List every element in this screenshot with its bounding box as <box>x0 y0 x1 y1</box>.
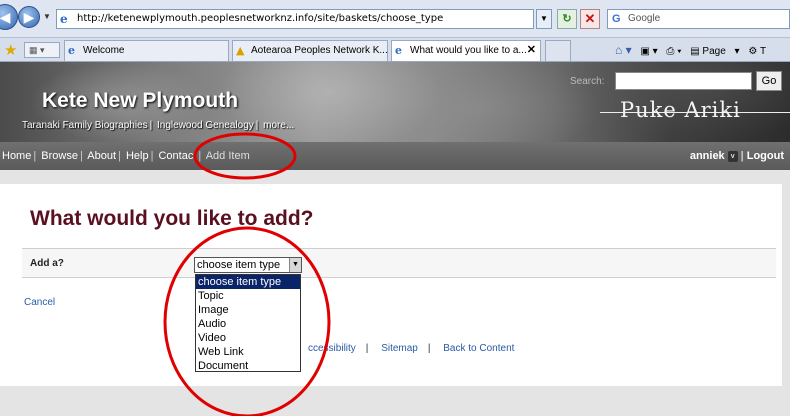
new-tab-button[interactable] <box>545 40 571 61</box>
tab-welcome[interactable]: e Welcome <box>64 40 229 61</box>
content-top-band <box>0 170 790 184</box>
site-nav-bar: Home | Browse | About | Help | Contact | Add … <box>0 142 790 170</box>
option-web-link[interactable]: Web Link <box>196 345 300 359</box>
stop-icon[interactable]: ✕ <box>580 9 600 29</box>
cancel-link[interactable]: Cancel <box>24 297 55 308</box>
footer-back-to-content-link[interactable]: Back to Content <box>443 343 514 354</box>
page-title: What would you like to add? <box>30 207 314 230</box>
favorites-star-icon[interactable]: ★ <box>4 41 17 59</box>
forward-button[interactable]: ▶ <box>18 6 40 28</box>
site-search-input[interactable] <box>615 72 752 90</box>
tab-aotearoa[interactable]: ▲ Aotearoa Peoples Network K... <box>232 40 388 61</box>
username-link[interactable]: anniek <box>690 150 725 162</box>
footer-accessibility-link[interactable]: ccessibility <box>308 343 356 354</box>
tab-label: What would you like to a... <box>410 45 527 56</box>
puke-ariki-logo[interactable]: Puke Ariki <box>620 98 741 122</box>
tab-label: Aotearoa Peoples Network K... <box>251 45 388 56</box>
option-choose-item-type[interactable]: choose item type <box>196 275 300 289</box>
command-bar: ⌂ ▾ ▣ ▾ ⎙ ▾ ▤ Page ▾ ⚙ T <box>615 41 778 59</box>
user-area: anniek v | Logout <box>689 150 784 162</box>
item-type-select-value: choose item type <box>197 259 281 271</box>
tools-menu-label: T <box>759 46 767 57</box>
sublink-taranaki[interactable]: Taranaki Family Biographies <box>22 120 148 131</box>
logout-link[interactable]: Logout <box>747 150 784 162</box>
chevron-down-icon[interactable]: ▼ <box>289 258 301 272</box>
site-sublinks: Taranaki Family Biographies | Inglewood G… <box>22 120 295 131</box>
footer-links: ccessibility | Sitemap | Back to Content <box>308 343 515 354</box>
tab-what-would-you-like[interactable]: e What would you like to a... ✕ <box>391 40 541 61</box>
browser-search-placeholder: Google <box>628 13 661 24</box>
item-type-dropdown-list: choose item type Topic Image Audio Video… <box>195 274 301 372</box>
url-dropdown-button[interactable]: ▼ <box>536 9 552 29</box>
tools-menu[interactable]: ⚙ T <box>748 46 772 57</box>
refresh-icon[interactable]: ↻ <box>557 9 577 29</box>
sublink-inglewood[interactable]: Inglewood Genealogy <box>157 120 254 131</box>
history-dropdown-icon[interactable]: ▼ <box>43 12 51 21</box>
site-title[interactable]: Kete New Plymouth <box>42 89 238 113</box>
nav-help[interactable]: Help <box>126 150 149 162</box>
option-audio[interactable]: Audio <box>196 317 300 331</box>
sublink-more[interactable]: more... <box>263 120 294 131</box>
site-header-banner: Kete New Plymouth Taranaki Family Biogra… <box>0 62 790 142</box>
item-type-select[interactable]: choose item type ▼ <box>194 257 302 273</box>
tab-label: Welcome <box>83 45 125 56</box>
url-text: http://ketenewplymouth.peoplesnetworknz.… <box>77 13 444 24</box>
browser-search-input[interactable]: G Google <box>607 9 790 29</box>
site-search-label: Search: <box>570 76 605 87</box>
option-image[interactable]: Image <box>196 303 300 317</box>
feeds-icon[interactable]: ▣ ▾ <box>640 46 657 57</box>
page-menu[interactable]: ▤ Page ▾ <box>690 46 739 57</box>
ie-page-icon: e <box>60 12 68 26</box>
browser-address-bar-row: ◀ ▶ ▼ e http://ketenewplymouth.peoplesne… <box>0 0 790 38</box>
url-field[interactable]: e http://ketenewplymouth.peoplesnetworkn… <box>56 9 534 29</box>
nav-browse[interactable]: Browse <box>41 150 78 162</box>
user-menu-badge[interactable]: v <box>727 150 738 162</box>
ie-tab-icon: e <box>68 44 75 57</box>
print-icon[interactable]: ⎙ ▾ <box>666 46 681 57</box>
back-button[interactable]: ◀ <box>0 4 18 30</box>
nav-about[interactable]: About <box>87 150 116 162</box>
nav-home[interactable]: Home <box>2 150 31 162</box>
go-button[interactable]: Go <box>756 71 782 91</box>
browser-tab-row: ★ ▦ ▾ e Welcome ▲ Aotearoa Peoples Netwo… <box>0 38 790 62</box>
page-tab-icon: ▲ <box>236 44 245 57</box>
home-icon[interactable]: ⌂ ▾ <box>615 43 632 57</box>
ie-tab-icon: e <box>395 44 402 57</box>
option-topic[interactable]: Topic <box>196 289 300 303</box>
add-type-label: Add a? <box>30 258 64 269</box>
content-bottom-band <box>0 386 790 416</box>
option-document[interactable]: Document <box>196 359 300 373</box>
page-menu-label: Page <box>702 46 726 57</box>
quick-tabs-button[interactable]: ▦ ▾ <box>24 42 60 58</box>
content-right-strip <box>782 184 790 394</box>
footer-sitemap-link[interactable]: Sitemap <box>381 343 418 354</box>
option-video[interactable]: Video <box>196 331 300 345</box>
nav-add-item[interactable]: Add Item <box>206 150 250 162</box>
nav-links: Home | Browse | About | Help | Contact | Add … <box>2 150 250 162</box>
google-icon: G <box>612 13 621 25</box>
tab-close-icon[interactable]: ✕ <box>527 41 536 60</box>
add-type-form-row: Add a? choose item type ▼ <box>22 248 776 278</box>
nav-contact[interactable]: Contact <box>158 150 196 162</box>
